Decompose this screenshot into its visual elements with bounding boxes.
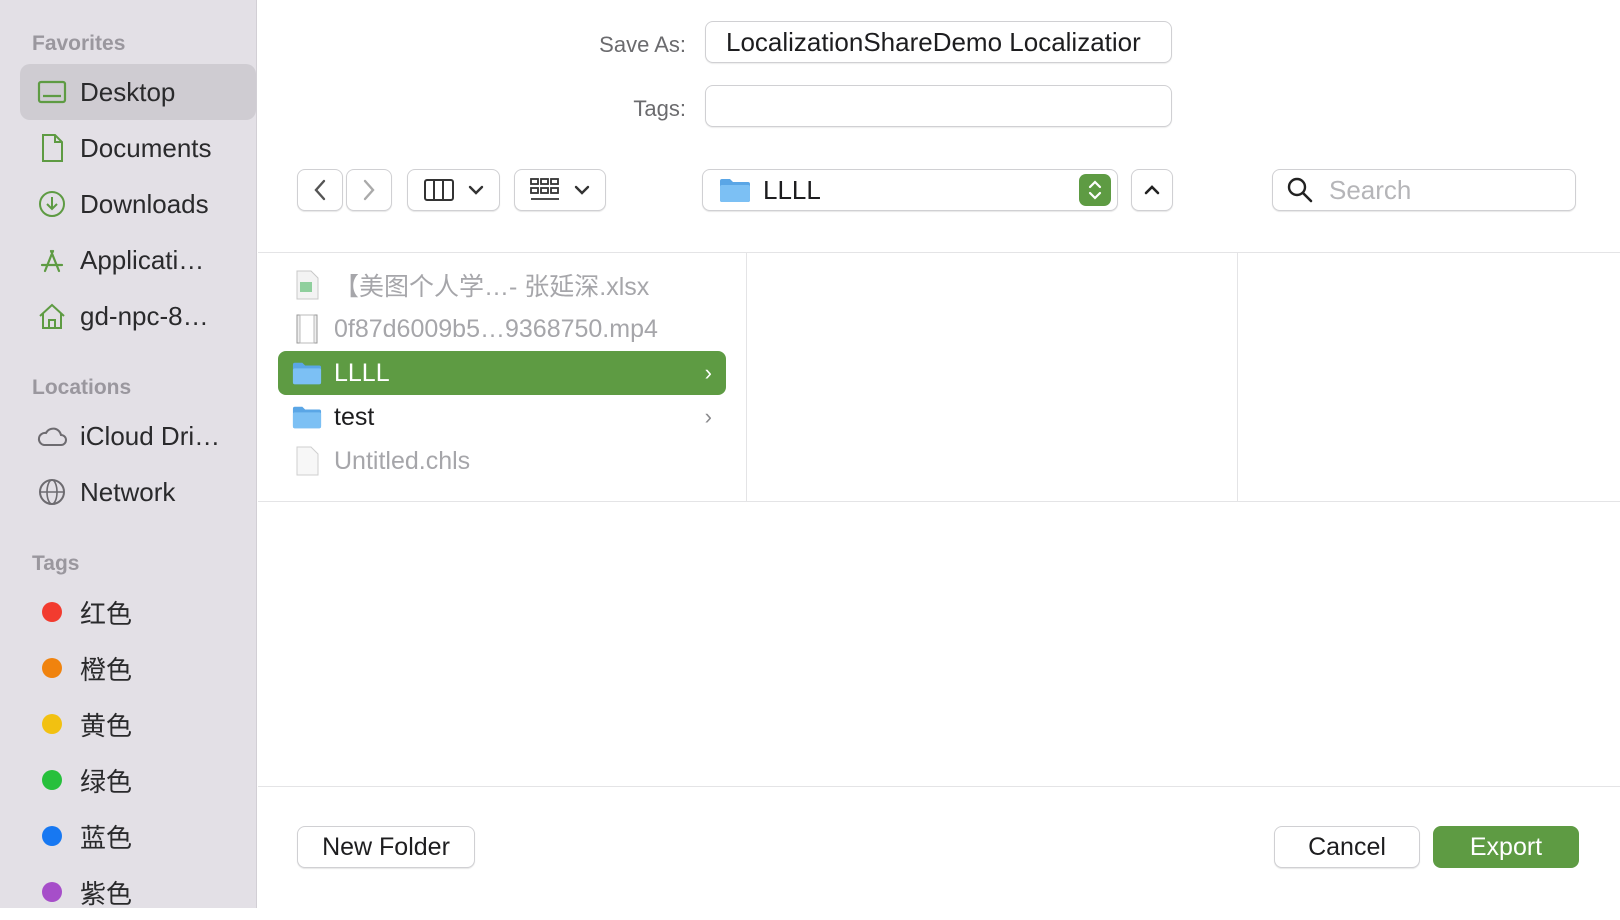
sidebar-item-label: 黄色	[80, 710, 133, 741]
column-divider	[746, 252, 747, 502]
group-button[interactable]	[514, 169, 606, 211]
applications-icon	[36, 244, 68, 276]
back-button[interactable]	[297, 169, 343, 211]
chevron-right-icon: ›	[704, 404, 712, 429]
sidebar-item-tag-orange[interactable]: 橙色	[20, 640, 256, 696]
file-icon	[292, 446, 322, 476]
sidebar-item-tag-blue[interactable]: 蓝色	[20, 808, 256, 864]
sidebar-item-home[interactable]: gd-npc-8…	[20, 288, 256, 344]
sidebar-item-label: iCloud Dri…	[80, 420, 221, 451]
save-as-field[interactable]: LocalizationShareDemo Localizatior	[705, 21, 1172, 63]
sidebar-item-downloads[interactable]: Downloads	[20, 176, 256, 232]
folder-icon	[292, 402, 322, 432]
tag-dot-icon	[42, 658, 62, 678]
tag-dot-icon	[42, 770, 62, 790]
file-row[interactable]: Untitled.chls	[278, 439, 726, 483]
video-file-icon	[292, 314, 322, 344]
chevron-down-icon	[468, 185, 483, 195]
file-name: 0f87d6009b5…9368750.mp4	[334, 314, 658, 343]
desktop-icon	[36, 76, 68, 108]
file-name: Untitled.chls	[334, 446, 471, 475]
file-name: 【美图个人学…- 张延深.xlsx	[334, 273, 650, 301]
tag-dot-icon	[42, 826, 62, 846]
sidebar-item-desktop[interactable]: Desktop	[20, 64, 256, 120]
chevron-left-icon	[314, 179, 326, 201]
document-icon	[36, 132, 68, 164]
sidebar-item-tag-purple[interactable]: 紫色	[20, 864, 256, 920]
new-folder-button[interactable]: New Folder	[297, 826, 475, 868]
column-divider	[1237, 252, 1238, 502]
expand-collapse-button[interactable]	[1131, 169, 1173, 211]
location-label: LLLL	[763, 174, 821, 205]
globe-icon	[36, 476, 68, 508]
export-button[interactable]: Export	[1433, 826, 1579, 868]
updown-chevron-icon	[1079, 174, 1111, 206]
file-row[interactable]: 【美图个人学…- 张延深.xlsx	[278, 263, 726, 307]
sidebar-item-icloud[interactable]: iCloud Dri…	[20, 408, 256, 464]
chevron-up-icon	[1144, 185, 1160, 195]
sidebar-item-label: 蓝色	[80, 822, 133, 853]
download-icon	[36, 188, 68, 220]
sidebar-item-tag-green[interactable]: 绿色	[20, 752, 256, 808]
file-name: LLLL	[334, 358, 390, 387]
sidebar-item-network[interactable]: Network	[20, 464, 256, 520]
footer-divider	[258, 786, 1620, 787]
chevron-right-icon: ›	[704, 360, 712, 385]
sidebar-item-label: gd-npc-8…	[80, 300, 209, 331]
file-column: 【美图个人学…- 张延深.xlsx 0f87d6009b5…9368750.mp…	[258, 253, 746, 501]
sidebar-item-label: Applicati…	[80, 244, 205, 275]
browser-bottom-divider	[258, 501, 1620, 502]
sidebar-item-label: Desktop	[80, 76, 176, 107]
home-icon	[36, 300, 68, 332]
sidebar-item-label: 红色	[80, 598, 133, 629]
sidebar-item-label: Downloads	[80, 188, 209, 219]
cloud-icon	[36, 420, 68, 452]
sidebar-item-documents[interactable]: Documents	[20, 120, 256, 176]
tag-dot-icon	[42, 882, 62, 902]
file-row-selected[interactable]: LLLL ›	[278, 351, 726, 395]
save-as-label: Save As:	[599, 32, 686, 57]
chevron-right-icon	[363, 179, 375, 201]
sidebar-item-label: Documents	[80, 132, 212, 163]
sidebar-item-tag-red[interactable]: 红色	[20, 584, 256, 640]
search-placeholder: Search	[1329, 174, 1412, 205]
cancel-button[interactable]: Cancel	[1274, 826, 1420, 868]
sidebar-item-label: 绿色	[80, 766, 133, 797]
file-name: test	[334, 402, 375, 431]
tag-dot-icon	[42, 602, 62, 622]
search-icon	[1287, 177, 1313, 203]
folder-icon	[292, 358, 322, 388]
view-mode-button[interactable]	[407, 169, 500, 211]
location-popup[interactable]: LLLL	[702, 169, 1118, 211]
locations-header: Locations	[32, 376, 132, 399]
tags-field[interactable]	[705, 85, 1172, 127]
folder-icon	[720, 179, 750, 202]
favorites-header: Favorites	[32, 32, 126, 55]
sidebar-item-label: Network	[80, 476, 176, 507]
columns-view-icon	[423, 179, 454, 201]
sidebar-item-label: 紫色	[80, 878, 133, 909]
grid-icon	[530, 178, 559, 200]
spreadsheet-icon	[292, 270, 322, 300]
file-row[interactable]: test ›	[278, 395, 726, 439]
search-field[interactable]: Search	[1272, 169, 1576, 211]
sidebar-item-applications[interactable]: Applicati…	[20, 232, 256, 288]
tag-dot-icon	[42, 714, 62, 734]
sidebar-item-label: 橙色	[80, 654, 133, 685]
tags-header: Tags	[32, 552, 80, 575]
sidebar-item-tag-yellow[interactable]: 黄色	[20, 696, 256, 752]
chevron-down-icon	[574, 185, 590, 195]
forward-button[interactable]	[346, 169, 392, 211]
tags-label: Tags:	[633, 96, 686, 121]
file-row[interactable]: 0f87d6009b5…9368750.mp4	[278, 307, 726, 351]
sidebar: Favorites Desktop Documents Downloads Ap…	[0, 0, 257, 909]
